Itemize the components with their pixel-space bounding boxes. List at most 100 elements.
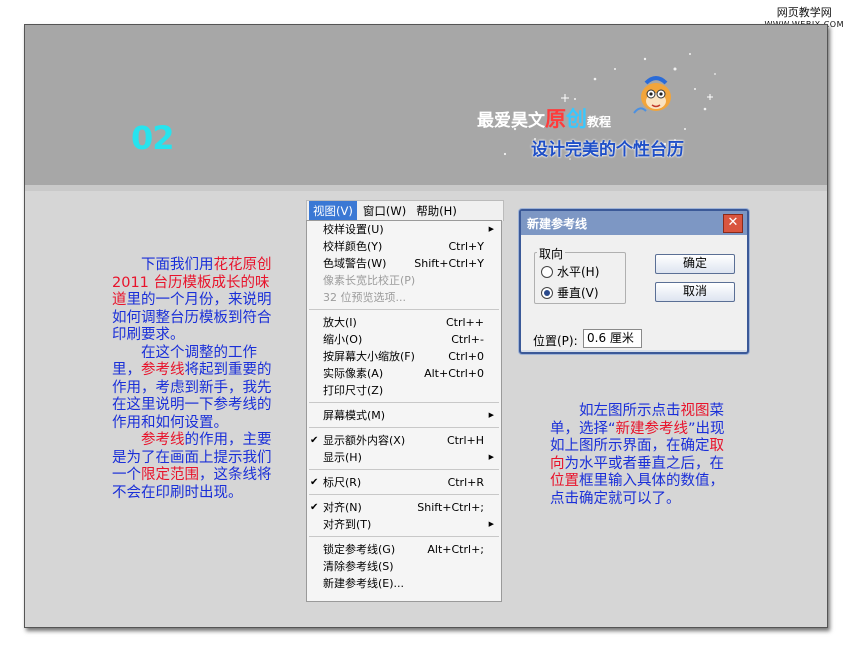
- menu-item-label: 清除参考线(S): [323, 560, 394, 573]
- position-input[interactable]: 0.6 厘米: [583, 329, 642, 348]
- submenu-arrow-icon: ▶: [488, 225, 494, 233]
- banner-divider: [25, 185, 827, 191]
- menu-item[interactable]: 缩小(O) Ctrl+-: [307, 331, 501, 348]
- menu-item-label: 显示额外内容(X): [323, 434, 406, 447]
- menu-item-label: 校样设置(U): [323, 223, 384, 236]
- menu-item-label: 打印尺寸(Z): [323, 384, 384, 397]
- menu-item-shortcut: Ctrl+Y: [448, 240, 484, 253]
- menu-item[interactable]: ✔ 对齐(N) Shift+Ctrl+;: [307, 499, 501, 516]
- menu-item[interactable]: 按屏幕大小缩放(F) Ctrl+0: [307, 348, 501, 365]
- menu-item[interactable]: 对齐到(T) ▶: [307, 516, 501, 533]
- logo-prefix: 最爱昊文: [477, 111, 545, 131]
- ok-button[interactable]: 确定: [655, 254, 735, 274]
- menu-item[interactable]: 屏幕模式(M) ▶: [307, 407, 501, 424]
- menu-bar-item[interactable]: 视图(V): [309, 201, 357, 221]
- intro-text: 下面我们用花花原创 2011 台历模板成长的味道里的一个月份，来说明如何调整台历…: [112, 257, 276, 502]
- checkmark-icon: ✔: [310, 435, 319, 446]
- instruction-text: 如左图所示点击视图菜单，选择“新建参考线”出现如上图所示界面，在确定取向为水平或…: [550, 403, 725, 508]
- menu-item[interactable]: 锁定参考线(G) Alt+Ctrl+;: [307, 541, 501, 558]
- position-label: 位置(P):: [533, 334, 578, 348]
- menu-item-label: 新建参考线(E)...: [323, 577, 405, 590]
- menu-item-shortcut: Ctrl+0: [448, 350, 484, 363]
- menu-item: 32 位预览选项...: [307, 289, 501, 306]
- menu-item[interactable]: 显示(H) ▶: [307, 449, 501, 466]
- banner-subtitle: 设计完美的个性台历: [531, 140, 684, 160]
- intro-highlight: 参考线: [141, 362, 185, 378]
- menu-item-label: 校样颜色(Y): [323, 240, 383, 253]
- menu-item[interactable]: 色域警告(W) Shift+Ctrl+Y: [307, 255, 501, 272]
- instruction-highlight: 视图: [680, 403, 710, 419]
- menu-item-shortcut: Ctrl+R: [447, 476, 484, 489]
- menu-item[interactable]: 校样设置(U) ▶: [307, 221, 501, 238]
- menu-item-shortcut: Alt+Ctrl+;: [427, 543, 484, 556]
- menu-item-label: 显示(H): [323, 451, 362, 464]
- menu-separator: [309, 494, 499, 495]
- menu-separator: [309, 469, 499, 470]
- menu-item-label: 对齐(N): [323, 501, 362, 514]
- radio-horizontal-icon[interactable]: [541, 265, 553, 278]
- menu-item-label: 锁定参考线(G): [323, 543, 396, 556]
- radio-vertical[interactable]: 垂直(V): [541, 284, 599, 301]
- instruction-text-part: 如左图所示点击: [579, 403, 681, 419]
- close-icon[interactable]: ✕: [723, 214, 743, 233]
- menu-item-shortcut: Ctrl+-: [451, 333, 484, 346]
- tutorial-frame: 02 最爱昊文原创教程 设计完美的个性台历 下面我们用花花原创 2011 台历模…: [24, 24, 828, 628]
- new-guide-dialog: 新建参考线 ✕ 水平(H) 垂直(V) 取向 确定 取消 位置(P): 0.6 …: [519, 209, 749, 354]
- menu-item-label: 像素长宽比校正(P): [323, 274, 416, 287]
- menu-item[interactable]: 放大(I) Ctrl++: [307, 314, 501, 331]
- radio-vertical-icon[interactable]: [541, 286, 553, 299]
- menu-item[interactable]: 清除参考线(S): [307, 558, 501, 575]
- intro-highlight: 限定范围: [141, 467, 199, 483]
- intro-highlight: 参考线: [141, 432, 185, 448]
- menu-item[interactable]: 新建参考线(E)...: [307, 575, 501, 592]
- menu-bar-item[interactable]: 帮助(H): [412, 201, 461, 221]
- menu-item-shortcut: Shift+Ctrl+;: [417, 501, 484, 514]
- menu-item-label: 32 位预览选项...: [323, 291, 406, 304]
- intro-text-part: 下面我们用: [141, 257, 214, 273]
- menu-item-label: 实际像素(A): [323, 367, 384, 380]
- checkmark-icon: ✔: [310, 477, 319, 488]
- submenu-arrow-icon: ▶: [488, 453, 494, 461]
- view-menu: 校样设置(U) ▶ 校样颜色(Y) Ctrl+Y 色域警告(W) Shift+Ctrl+Y…: [306, 220, 502, 602]
- menu-bar-item[interactable]: 窗口(W): [359, 201, 410, 221]
- step-number: 02: [131, 119, 175, 157]
- logo: 最爱昊文原创教程 设计完美的个性台历: [477, 103, 684, 160]
- watermark-title: 网页教学网: [776, 6, 832, 19]
- radio-vertical-label: 垂直(V): [557, 286, 599, 300]
- menu-item[interactable]: ✔ 标尺(R) Ctrl+R: [307, 474, 501, 491]
- submenu-arrow-icon: ▶: [488, 411, 494, 419]
- radio-horizontal-label: 水平(H): [557, 265, 600, 279]
- intro-text-part: 里的一个月份，来说明如何调整台历模板到符合印刷要求。: [112, 292, 272, 343]
- menu-separator: [309, 427, 499, 428]
- menu-item-shortcut: Ctrl++: [445, 316, 484, 329]
- menu-item-shortcut: Shift+Ctrl+Y: [414, 257, 484, 270]
- dialog-body: 水平(H) 垂直(V) 取向 确定 取消 位置(P): 0.6 厘米: [521, 235, 747, 350]
- instruction-highlight: 新建参考线: [615, 420, 689, 437]
- menu-item-label: 对齐到(T): [323, 518, 372, 531]
- menu-item: 像素长宽比校正(P): [307, 272, 501, 289]
- menu-separator: [309, 309, 499, 310]
- menu-item[interactable]: ✔ 显示额外内容(X) Ctrl+H: [307, 432, 501, 449]
- menu-separator: [309, 402, 499, 403]
- menu-item[interactable]: 校样颜色(Y) Ctrl+Y: [307, 238, 501, 255]
- menu-item[interactable]: 打印尺寸(Z): [307, 382, 501, 399]
- menu-item-label: 缩小(O): [323, 333, 363, 346]
- menu-item[interactable]: 实际像素(A) Alt+Ctrl+0: [307, 365, 501, 382]
- menu-bar: 视图(V) 窗口(W) 帮助(H): [306, 200, 504, 221]
- menu-separator: [309, 536, 499, 537]
- orientation-group-label: 取向: [537, 245, 566, 262]
- menu-item-label: 按屏幕大小缩放(F): [323, 350, 415, 363]
- cancel-button[interactable]: 取消: [655, 282, 735, 302]
- menu-item-shortcut: Ctrl+H: [446, 434, 484, 447]
- menu-item-label: 放大(I): [323, 316, 357, 329]
- radio-horizontal[interactable]: 水平(H): [541, 263, 599, 280]
- instruction-text-part: 为水平或者垂直之后，在: [564, 455, 725, 472]
- logo-char-1: 原: [545, 107, 566, 131]
- logo-char-2: 创: [566, 107, 587, 131]
- banner: 02 最爱昊文原创教程 设计完美的个性台历: [25, 25, 827, 185]
- menu-item-label: 色域警告(W): [323, 257, 387, 270]
- instruction-highlight: 位置: [550, 473, 579, 489]
- menu-item-shortcut: Alt+Ctrl+0: [424, 367, 484, 380]
- submenu-arrow-icon: ▶: [488, 520, 494, 528]
- menu-item-label: 屏幕模式(M): [323, 409, 386, 422]
